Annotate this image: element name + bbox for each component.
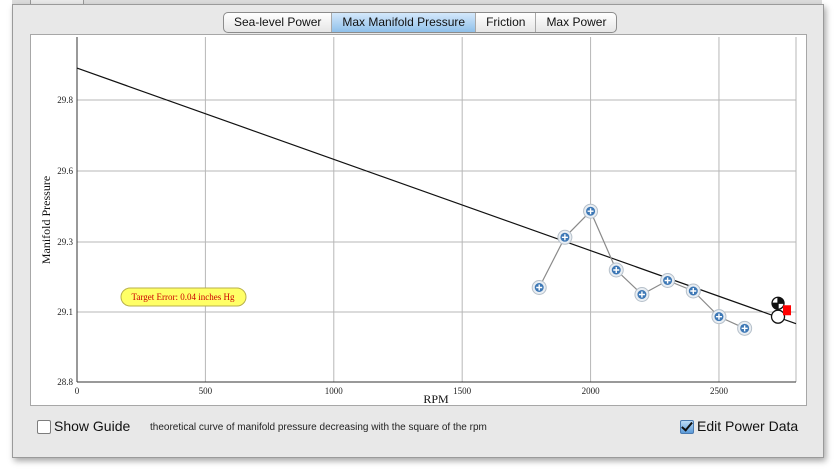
manifold-pressure-chart[interactable]: 0 500 1000 1500 2000 2500 28.8 29.1 29.3 29.6 29.8… <box>31 35 806 405</box>
tab-max-manifold-pressure[interactable]: Max Manifold Pressure <box>332 13 477 32</box>
data-point <box>531 280 547 295</box>
data-point <box>583 203 599 219</box>
tab-friction[interactable]: Friction <box>476 13 537 32</box>
tab-bar: Sea-level Power Max Manifold Pressure Fr… <box>223 12 618 33</box>
data-point <box>634 287 650 302</box>
x-tick-label: 2000 <box>582 386 601 396</box>
tab-max-power[interactable]: Max Power <box>536 13 616 32</box>
edit-power-data-label[interactable]: Edit Power Data <box>697 418 798 434</box>
data-point <box>557 229 573 245</box>
guide-description: theoretical curve of manifold pressure d… <box>150 422 487 433</box>
data-point <box>608 262 624 278</box>
target-error-tooltip: Target Error: 0.04 inches Hg <box>120 287 247 307</box>
target-error-text: Target Error: 0.04 inches Hg <box>132 292 235 302</box>
y-tick-label: 29.6 <box>57 166 73 176</box>
y-axis-label: Manifold Pressure <box>39 176 53 264</box>
y-tick-label: 29.8 <box>57 95 73 105</box>
y-tick-label: 28.8 <box>57 377 73 387</box>
x-tick-label: 500 <box>199 386 213 396</box>
tab-sea-level-power[interactable]: Sea-level Power <box>224 13 333 32</box>
fit-line <box>76 67 797 325</box>
show-guide-checkbox[interactable] <box>37 420 51 434</box>
bottom-bar: Show Guide theoretical curve of manifold… <box>35 418 800 438</box>
x-tick-label: 2500 <box>710 386 729 396</box>
series-line <box>538 210 745 329</box>
data-point <box>660 273 676 288</box>
x-tick-label: 1500 <box>453 386 472 396</box>
x-tick-label: 0 <box>75 386 80 396</box>
open-circle-marker <box>770 309 786 324</box>
x-tick-label: 1000 <box>325 386 344 396</box>
show-guide-label[interactable]: Show Guide <box>54 418 130 434</box>
y-tick-label: 29.1 <box>57 307 73 317</box>
edit-power-data-checkbox[interactable] <box>680 420 694 434</box>
data-point <box>737 320 753 336</box>
data-point <box>685 283 701 299</box>
x-axis-label: RPM <box>423 392 449 405</box>
y-tick-label: 29.3 <box>57 237 73 247</box>
chart-panel[interactable]: 0 500 1000 1500 2000 2500 28.8 29.1 29.3 29.6 29.8… <box>30 34 807 406</box>
red-square-marker <box>783 305 792 316</box>
data-point <box>711 309 727 325</box>
